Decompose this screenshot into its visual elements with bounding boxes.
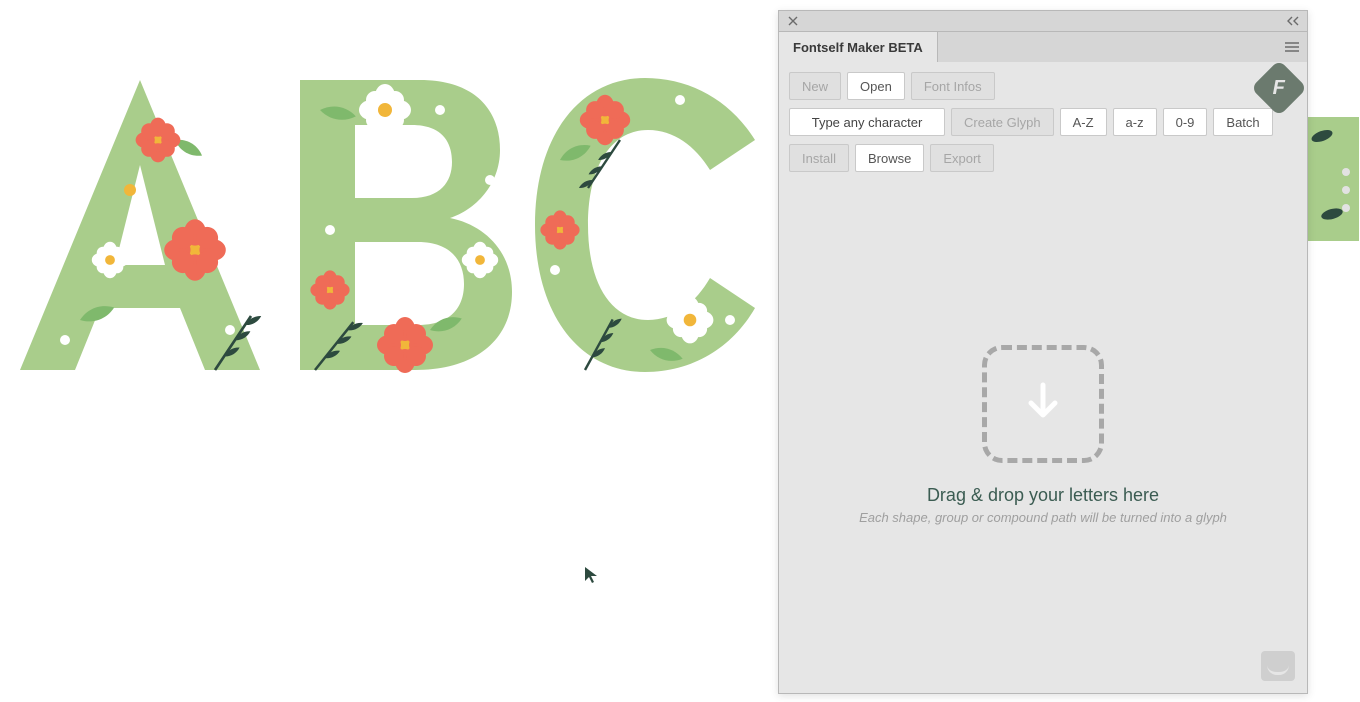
font-infos-button[interactable]: Font Infos xyxy=(911,72,995,100)
glyph-dropzone[interactable]: Drag & drop your letters here Each shape… xyxy=(779,176,1307,693)
range-uppercase-button[interactable]: A-Z xyxy=(1060,108,1107,136)
dropzone-title: Drag & drop your letters here xyxy=(927,485,1159,506)
dropzone-subtitle: Each shape, group or compound path will … xyxy=(859,510,1227,525)
artboard[interactable] xyxy=(0,0,780,702)
dropzone-target-icon xyxy=(982,345,1104,463)
browse-button[interactable]: Browse xyxy=(855,144,924,172)
collapse-icon[interactable] xyxy=(1285,13,1301,29)
character-input[interactable] xyxy=(789,108,945,136)
new-button[interactable]: New xyxy=(789,72,841,100)
batch-button[interactable]: Batch xyxy=(1213,108,1272,136)
range-digits-button[interactable]: 0-9 xyxy=(1163,108,1208,136)
create-glyph-button[interactable]: Create Glyph xyxy=(951,108,1054,136)
panel-dock-dots xyxy=(1342,168,1350,212)
chat-icon[interactable] xyxy=(1261,651,1295,681)
open-button[interactable]: Open xyxy=(847,72,905,100)
export-button[interactable]: Export xyxy=(930,144,994,172)
panel-menu-icon[interactable] xyxy=(1277,32,1307,62)
artboard-overflow xyxy=(1306,116,1360,242)
panel-toolbar: F New Open Font Infos Create Glyph A-Z a… xyxy=(779,62,1307,176)
abc-artwork[interactable] xyxy=(20,70,760,400)
close-icon[interactable] xyxy=(785,13,801,29)
tab-fontself[interactable]: Fontself Maker BETA xyxy=(779,32,938,62)
panel-titlebar[interactable] xyxy=(779,11,1307,32)
install-button[interactable]: Install xyxy=(789,144,849,172)
fontself-panel: Fontself Maker BETA F New Open Font Info… xyxy=(778,10,1308,694)
range-lowercase-button[interactable]: a-z xyxy=(1113,108,1157,136)
panel-tabs: Fontself Maker BETA xyxy=(779,32,1307,62)
